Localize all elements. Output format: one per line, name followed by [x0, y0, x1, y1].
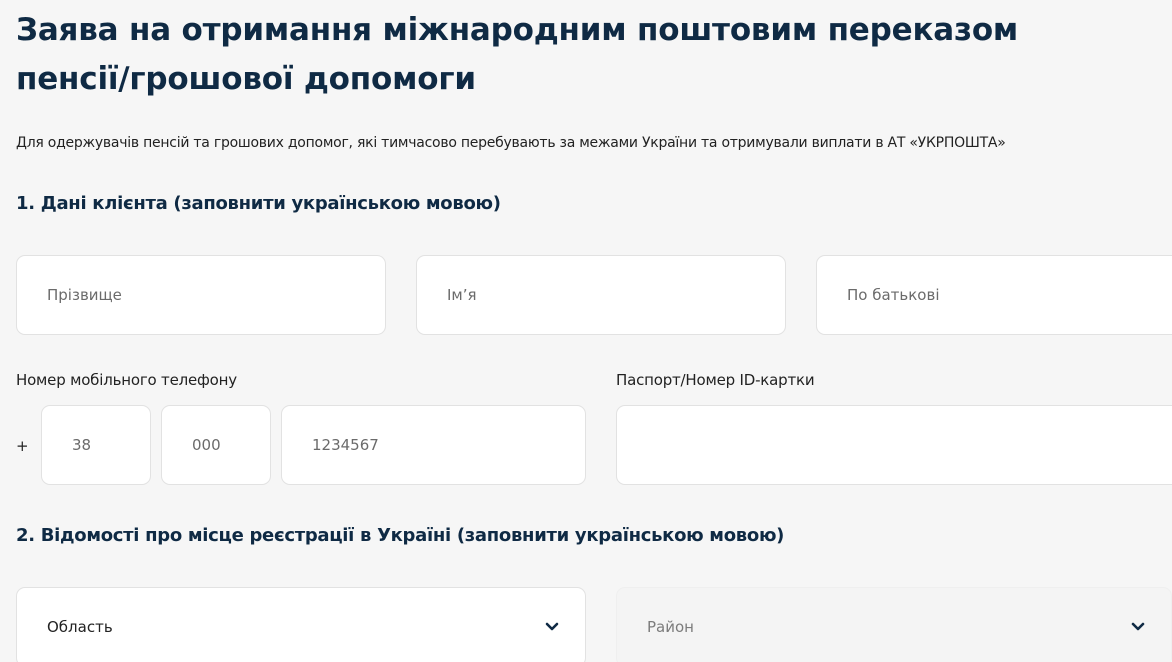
section-registration-title: 2. Відомості про місце реєстрації в Укра…: [16, 525, 785, 546]
surname-field: [16, 255, 386, 335]
page-title: Заява на отримання міжнародним поштовим …: [16, 12, 1019, 97]
phone-country-field: [41, 405, 151, 485]
patronymic-input[interactable]: [817, 256, 1172, 334]
district-select-value: Район: [647, 618, 694, 636]
first-name-input[interactable]: [417, 256, 785, 334]
page-subtitle: Для одержувачів пенсій та грошових допом…: [16, 135, 1006, 151]
phone-country-input[interactable]: [42, 406, 150, 484]
chevron-down-icon: [1131, 622, 1145, 631]
phone-number-field: [281, 405, 586, 485]
phone-operator-input[interactable]: [162, 406, 270, 484]
application-form-page: Заява на отримання міжнародним поштовим …: [0, 0, 1172, 662]
first-name-field: [416, 255, 786, 335]
section-client-data-title: 1. Дані клієнта (заповнити українською м…: [16, 193, 501, 214]
passport-field: [616, 405, 1172, 485]
phone-plus-sign: +: [16, 437, 29, 455]
passport-input[interactable]: [617, 406, 1172, 484]
region-select[interactable]: Область: [16, 587, 586, 662]
surname-input[interactable]: [17, 256, 385, 334]
phone-label: Номер мобільного телефону: [16, 371, 237, 389]
phone-operator-field: [161, 405, 271, 485]
phone-number-input[interactable]: [282, 406, 585, 484]
chevron-down-icon: [545, 622, 559, 631]
passport-label: Паспорт/Номер ID-картки: [616, 371, 815, 389]
region-select-value: Область: [47, 618, 113, 636]
patronymic-field: [816, 255, 1172, 335]
district-select[interactable]: Район: [616, 587, 1172, 662]
